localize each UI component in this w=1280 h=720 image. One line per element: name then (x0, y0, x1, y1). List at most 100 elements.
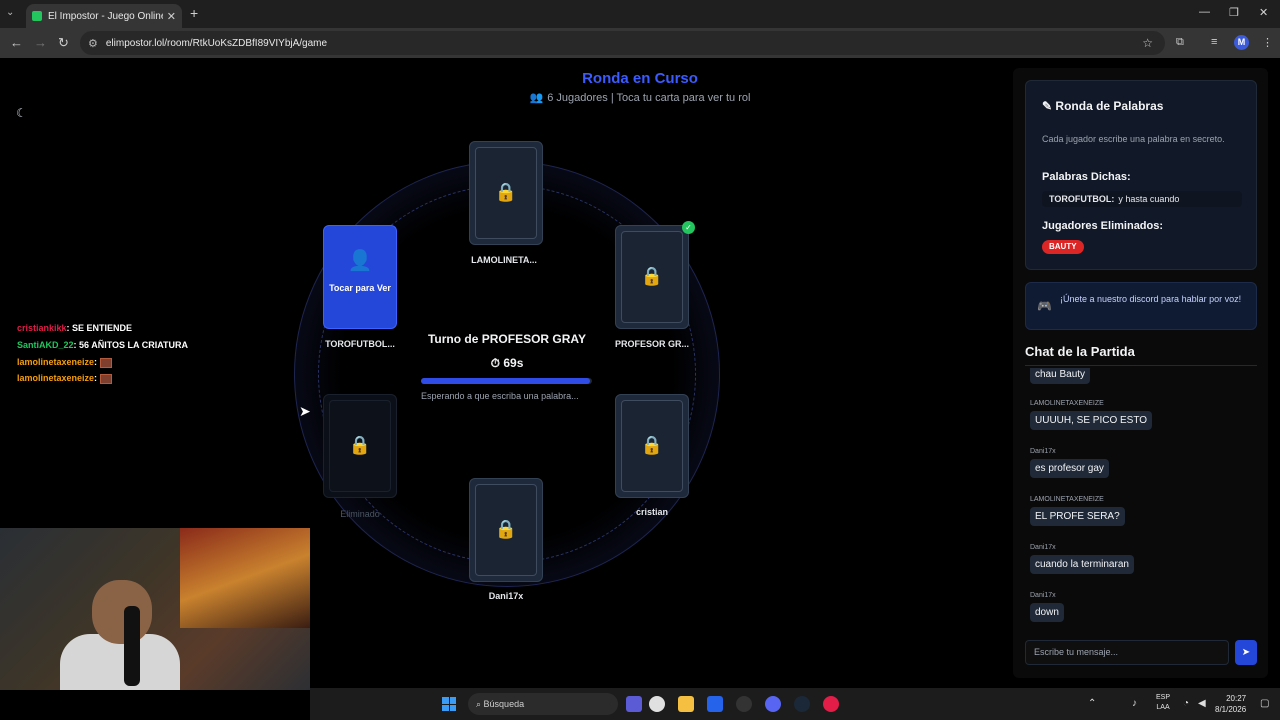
user-icon: 👤 (347, 250, 373, 272)
address-bar: ← → ↻ ⚙ elimpostor.lol/room/RtkUoKsZDBfI… (0, 28, 1280, 58)
turn-timer: ⏱ 69s (420, 356, 594, 371)
chat-message: LAMOLINETAXENEIZE EL PROFE SERA? (1030, 496, 1125, 526)
chat-message: Dani17x es profesor gay (1030, 448, 1109, 478)
send-icon: ➤ (1241, 647, 1251, 658)
clock[interactable]: 20:27 8/1/2026 (1215, 693, 1246, 715)
minimize-icon[interactable]: — (1199, 6, 1210, 18)
lock-icon: 🔒 (640, 266, 664, 286)
words-title: ✎ Ronda de Palabras (1042, 99, 1164, 113)
url-text: elimpostor.lol/room/RtkUoKsZDBfI89VIYbjA… (105, 37, 328, 49)
chat-message: chau Bauty (1030, 368, 1091, 384)
obs-icon[interactable] (736, 696, 752, 712)
app-icon[interactable] (823, 696, 839, 712)
mouse-cursor-icon: ➤ (299, 403, 311, 419)
wifi-icon[interactable]: ◔ (1183, 698, 1189, 709)
store-icon[interactable] (707, 696, 723, 712)
language-indicator[interactable]: ESP LAA (1156, 693, 1170, 713)
site-info-icon[interactable]: ⚙ (88, 37, 98, 50)
player-name: Dani17x (488, 591, 524, 601)
sidebar: ✎ Ronda de Palabras Cada jugador escribe… (1013, 68, 1268, 678)
player-name: cristian (635, 507, 668, 517)
player-name: TOROFUTBOL... (325, 339, 395, 349)
game-page: ☾ Ronda en Curso 👥 6 Jugadores | Toca tu … (0, 58, 1280, 690)
maximize-icon[interactable]: ❐ (1229, 6, 1239, 19)
player-card[interactable]: 🔒 (615, 394, 689, 498)
emote-icon (99, 357, 112, 368)
stream-chat-line: lamolinetaxeneize: (17, 373, 112, 384)
stream-chat-line: SantiAKD_22: 56 AÑITOS LA CRIATURA (17, 340, 189, 350)
notification-icon[interactable]: ▢ (1260, 698, 1269, 709)
chat-input[interactable]: Escribe tu mensaje... (1025, 640, 1229, 665)
lock-icon: 🔒 (494, 182, 518, 202)
discord-taskbar-icon[interactable] (765, 696, 781, 712)
page-subtitle: 👥 6 Jugadores | Toca tu carta para ver tu… (440, 91, 840, 104)
eliminated-players-label: Jugadores Eliminados: (1042, 220, 1164, 232)
words-description: Cada jugador escribe una palabra en secr… (1042, 134, 1225, 144)
timer-value: 69s (503, 356, 524, 370)
users-icon: 👥 (529, 92, 544, 104)
player-card[interactable]: 🔒 (469, 478, 543, 582)
player-name: PROFESOR GR... (614, 339, 689, 349)
volume-icon[interactable]: ◀ (1198, 698, 1206, 709)
lock-icon: 🔒 (494, 519, 518, 539)
discord-banner[interactable]: 🎮 ¡Únete a nuestro discord para hablar p… (1025, 282, 1257, 330)
menu-icon[interactable]: ⋮ (1262, 36, 1273, 49)
eliminated-badge: BAUTY (1042, 240, 1084, 254)
discord-text: ¡Únete a nuestro discord para hablar por… (1060, 294, 1242, 304)
tap-to-view-label: Tocar para Ver (329, 283, 391, 293)
app-icon[interactable] (626, 696, 642, 712)
browser-tab[interactable]: El Impostor - Juego Online para ✕ (26, 4, 182, 28)
close-window-icon[interactable]: ✕ (1259, 6, 1268, 19)
said-words-label: Palabras Dichas: (1042, 171, 1131, 183)
pencil-icon: ✎ (1042, 99, 1053, 113)
tab-list-icon[interactable]: ⌄ (6, 7, 14, 18)
waiting-text: Esperando a que escriba una palabra... (421, 391, 579, 401)
eliminated-card: 🔒 (323, 394, 397, 498)
turn-progress-bar (421, 378, 592, 384)
subtitle-text: 6 Jugadores | Toca tu carta para ver tu … (547, 92, 751, 104)
theme-toggle-icon[interactable]: ☾ (16, 106, 27, 120)
tray-chevron-icon[interactable]: ⌃ (1088, 698, 1096, 709)
timer-icon: ⏱ (490, 356, 500, 370)
extensions-icon[interactable]: ⧉ (1176, 36, 1184, 49)
chat-message: LAMOLINETAXENEIZE UUUUH, SE PICO ESTO (1030, 400, 1153, 430)
taskbar-search[interactable]: ⌕ Búsqueda (468, 693, 618, 715)
bookmark-star-icon[interactable]: ☆ (1142, 36, 1153, 50)
reload-icon[interactable]: ↻ (58, 35, 69, 51)
steam-icon[interactable] (794, 696, 810, 712)
back-icon[interactable]: ← (10, 35, 23, 50)
tray-mic-icon[interactable]: ♪ (1132, 698, 1137, 709)
tab-title: El Impostor - Juego Online para (48, 10, 163, 22)
progress-fill (421, 378, 591, 384)
url-field[interactable]: ⚙ elimpostor.lol/room/RtkUoKsZDBfI89VIYb… (80, 31, 1165, 55)
taskbar: ⌕ Búsqueda ⌃ ♪ ESP LAA ◔ ◀ 20:27 8/1/2026 … (310, 688, 1280, 720)
discord-icon: 🎮 (1037, 299, 1052, 313)
favicon-icon (32, 11, 42, 21)
forward-icon[interactable]: → (34, 35, 47, 50)
close-tab-icon[interactable]: ✕ (167, 10, 176, 23)
send-button[interactable]: ➤ (1235, 640, 1257, 665)
player-card[interactable]: 🔒 (469, 141, 543, 245)
webcam-overlay (0, 528, 310, 690)
chat-messages[interactable]: chau Bauty LAMOLINETAXENEIZE UUUUH, SE PI… (1025, 368, 1257, 640)
folder-icon[interactable] (678, 696, 694, 712)
word-submitted-check-icon: ✓ (682, 221, 695, 234)
media-icon[interactable]: ≡ (1211, 36, 1217, 48)
eliminated-label: Eliminado (340, 509, 380, 519)
profile-avatar[interactable]: M (1234, 35, 1249, 50)
microphone-icon (124, 606, 140, 686)
words-panel: ✎ Ronda de Palabras Cada jugador escribe… (1025, 80, 1257, 270)
stream-chat-line: cristiankikk: SE ENTIENDE (17, 323, 133, 333)
player-name: LAMOLINETA... (471, 255, 537, 265)
new-tab-icon[interactable]: + (190, 5, 198, 21)
chrome-icon[interactable] (649, 696, 665, 712)
emote-icon (99, 373, 112, 384)
start-icon[interactable] (442, 697, 456, 711)
player-card[interactable]: 🔒 (615, 225, 689, 329)
lock-icon: 🔒 (640, 435, 664, 455)
browser-tabbar: ⌄ El Impostor - Juego Online para ✕ + — … (0, 0, 1280, 28)
my-card[interactable]: 👤 Tocar para Ver (323, 225, 397, 329)
chat-message: Dani17x down (1030, 592, 1064, 622)
stream-chat-line: lamolinetaxeneize: (17, 357, 112, 368)
said-word-row: TOROFUTBOL: y hasta cuando (1042, 191, 1242, 207)
